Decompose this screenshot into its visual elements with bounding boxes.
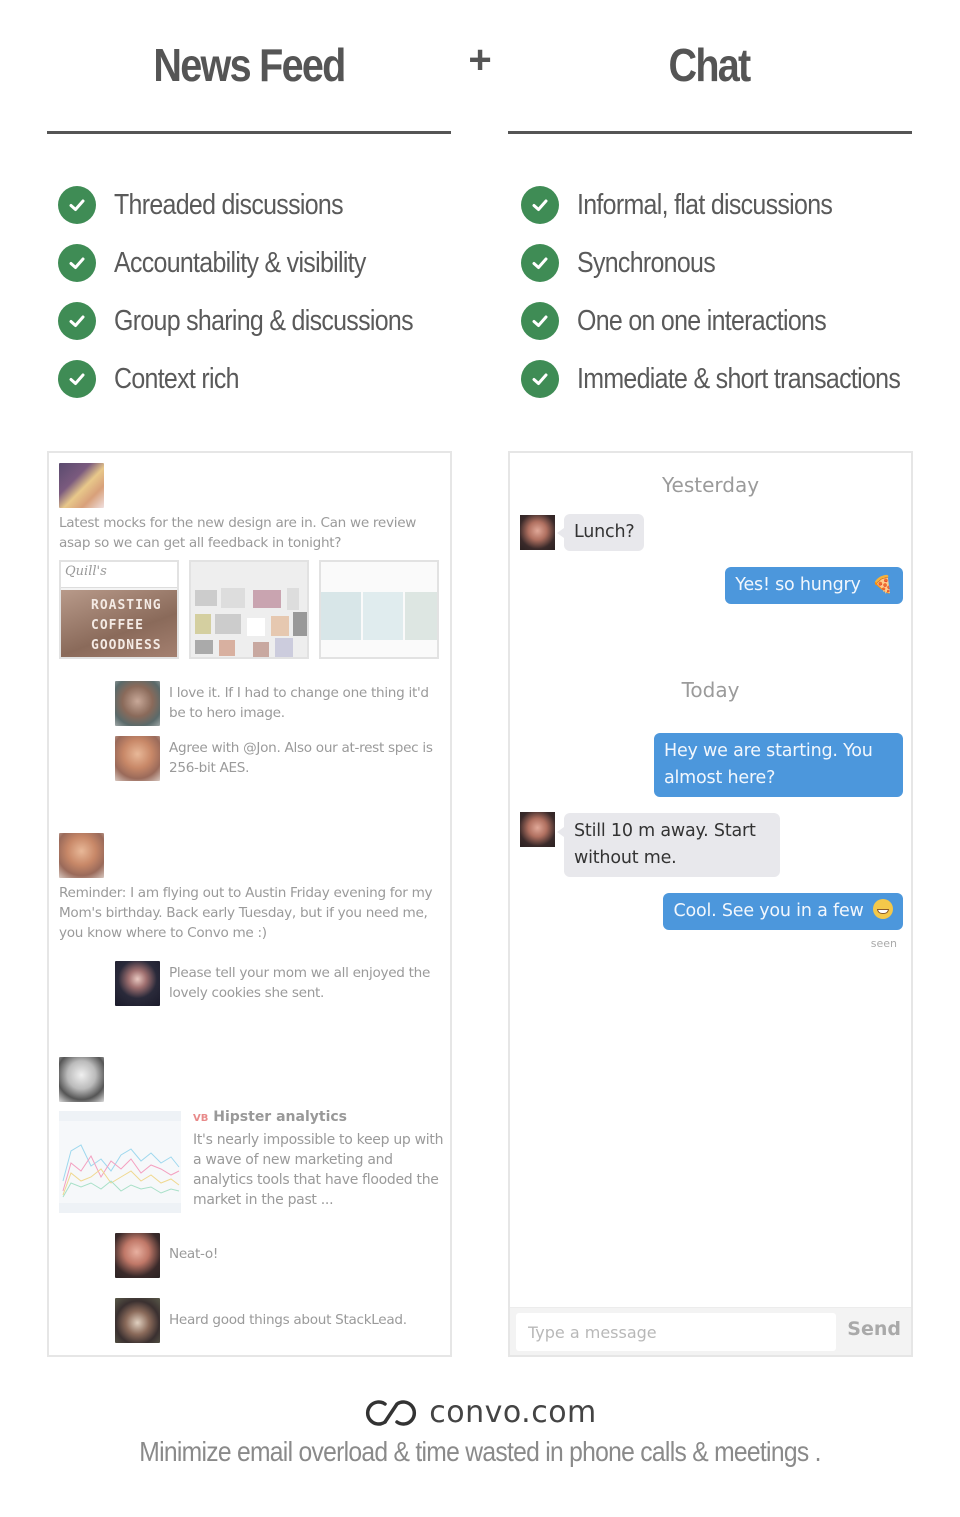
link-preview-image[interactable]: [59, 1111, 181, 1213]
plus-sign: +: [468, 38, 492, 82]
comment-text: Please tell your mom we all enjoyed the …: [169, 965, 431, 1001]
attachment-label: ROASTING COFFEE GOODNESS: [61, 590, 177, 657]
check-circle-icon: [58, 186, 96, 224]
chat-title: Chat: [668, 39, 751, 91]
seen-receipt: seen: [870, 937, 897, 950]
message-text: Cool. See you in a few: [673, 901, 864, 921]
source-badge: VB: [193, 1113, 209, 1124]
check-circle-icon: [58, 244, 96, 282]
comment-text: Neat-o!: [169, 1246, 219, 1262]
contact-avatar[interactable]: [520, 812, 555, 847]
feature-label: Accountability & visibility: [114, 246, 366, 279]
message-bubble-incoming: Lunch?: [556, 514, 645, 551]
message-text: Yes! so hungry: [735, 575, 861, 595]
send-button[interactable]: Send: [847, 1318, 901, 1340]
feature-label: Informal, flat discussions: [577, 188, 833, 221]
tagline: Minimize email overload & time wasted in…: [139, 1436, 821, 1467]
attachment-thumbnail[interactable]: [189, 560, 309, 659]
feature-item: Threaded discussions: [58, 176, 462, 234]
news-feed-title: News Feed: [153, 39, 346, 91]
grinning-face-icon: [873, 899, 893, 919]
message-composer: Send: [510, 1307, 911, 1355]
chat-panel: Yesterday Lunch? Yes! so hungry 🍕 Today …: [508, 451, 913, 1357]
link-title: Hipster analytics: [213, 1109, 347, 1125]
feature-item: Accountability & visibility: [58, 234, 462, 292]
footer-brand: convo.com: [0, 1395, 960, 1430]
feature-item: Informal, flat discussions: [521, 176, 953, 234]
message-bubble-incoming: Still 10 m away. Start without me.: [557, 813, 780, 877]
analytics-chart-thumbnail: [59, 1111, 181, 1213]
check-circle-icon: [521, 244, 559, 282]
message-bubble-outgoing: Cool. See you in a few: [663, 893, 903, 930]
comment-author-avatar[interactable]: [115, 1233, 160, 1278]
message-bubble-outgoing: Hey we are starting. You almost here?: [654, 733, 903, 797]
feature-item: Context rich: [58, 350, 462, 408]
pizza-icon: 🍕: [872, 575, 893, 595]
divider-left: [47, 131, 451, 134]
feature-label: Group sharing & discussions: [114, 304, 414, 337]
day-separator: Today: [681, 678, 740, 702]
brand-name[interactable]: convo.com: [429, 1395, 597, 1430]
comment-text: Agree with @Jon. Also our at-rest spec i…: [169, 740, 433, 776]
comment-author-avatar[interactable]: [115, 961, 160, 1006]
chat-feature-list: Informal, flat discussions Synchronous O…: [521, 176, 953, 408]
attachment-thumbnail[interactable]: [319, 560, 439, 659]
message-input[interactable]: [516, 1313, 836, 1351]
feature-label: Context rich: [114, 362, 240, 395]
post-text: Latest mocks for the new design are in. …: [59, 515, 417, 551]
feature-item: One on one interactions: [521, 292, 953, 350]
check-circle-icon: [521, 360, 559, 398]
attachment-thumbnail[interactable]: Quill's ROASTING COFFEE GOODNESS: [59, 560, 179, 659]
check-circle-icon: [521, 302, 559, 340]
link-title-row[interactable]: VB Hipster analytics: [193, 1109, 347, 1125]
feature-item: Synchronous: [521, 234, 953, 292]
divider-right: [508, 131, 912, 134]
feature-label: One on one interactions: [577, 304, 827, 337]
feature-label: Synchronous: [577, 246, 716, 279]
comment-author-avatar[interactable]: [115, 1298, 160, 1343]
feature-label: Threaded discussions: [114, 188, 344, 221]
day-separator: Yesterday: [661, 473, 760, 497]
post-text: Reminder: I am flying out to Austin Frid…: [59, 885, 433, 941]
feature-item: Immediate & short transactions: [521, 350, 953, 408]
check-circle-icon: [521, 186, 559, 224]
link-summary: It's nearly impossible to keep up with a…: [193, 1132, 444, 1208]
comment-author-avatar[interactable]: [115, 736, 160, 781]
contact-avatar[interactable]: [520, 515, 555, 550]
news-feed-panel: Latest mocks for the new design are in. …: [47, 451, 452, 1357]
comment-text: I love it. If I had to change one thing …: [169, 685, 429, 721]
feature-item: Group sharing & discussions: [58, 292, 462, 350]
news-feed-feature-list: Threaded discussions Accountability & vi…: [58, 176, 462, 408]
post-author-avatar[interactable]: [59, 463, 104, 508]
check-circle-icon: [58, 360, 96, 398]
convo-logo-icon: [366, 1399, 417, 1426]
feature-label: Immediate & short transactions: [577, 362, 901, 395]
check-circle-icon: [58, 302, 96, 340]
comment-author-avatar[interactable]: [115, 681, 160, 726]
post-author-avatar[interactable]: [59, 1057, 104, 1102]
post-author-avatar[interactable]: [59, 833, 104, 878]
message-bubble-outgoing: Yes! so hungry 🍕: [725, 567, 903, 604]
comment-text: Heard good things about StackLead.: [169, 1312, 407, 1328]
